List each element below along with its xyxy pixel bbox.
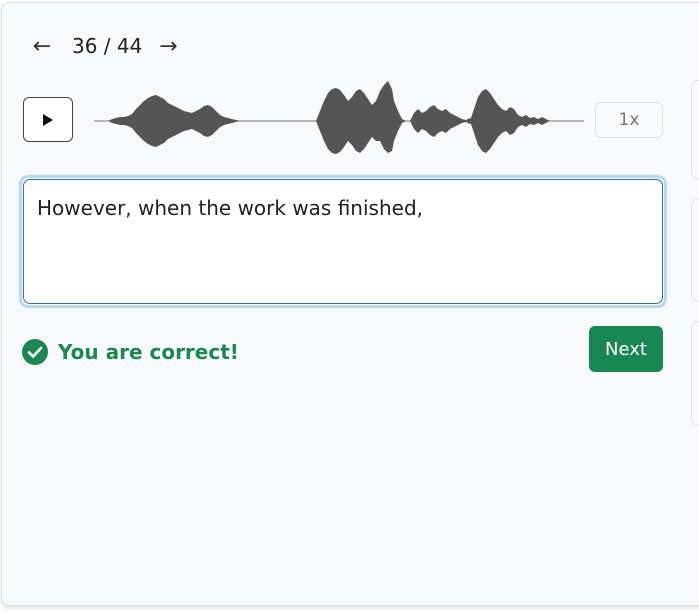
arrow-left-icon[interactable]: ← xyxy=(30,31,54,61)
page-counter: 36 / 44 xyxy=(72,34,143,58)
answer-input[interactable]: However, when the work was finished, xyxy=(23,179,663,304)
side-panel-card xyxy=(691,80,699,180)
feedback-text: You are correct! xyxy=(58,339,239,364)
check-circle-icon xyxy=(22,338,48,365)
play-button[interactable] xyxy=(23,97,73,142)
side-panel-card xyxy=(691,321,699,426)
audio-waveform[interactable] xyxy=(94,81,586,161)
feedback-message: You are correct! xyxy=(22,338,239,365)
side-panel-card xyxy=(691,198,699,302)
speed-button[interactable]: 1x xyxy=(595,102,663,138)
play-icon xyxy=(43,113,53,126)
next-button[interactable]: Next xyxy=(589,326,663,372)
arrow-right-icon[interactable]: → xyxy=(156,31,180,61)
answer-focus-ring: However, when the work was finished, xyxy=(19,175,667,308)
exercise-card: ← 36 / 44 → 1x However, when the work wa… xyxy=(1,2,699,606)
pagination-nav: ← 36 / 44 → xyxy=(30,31,180,61)
